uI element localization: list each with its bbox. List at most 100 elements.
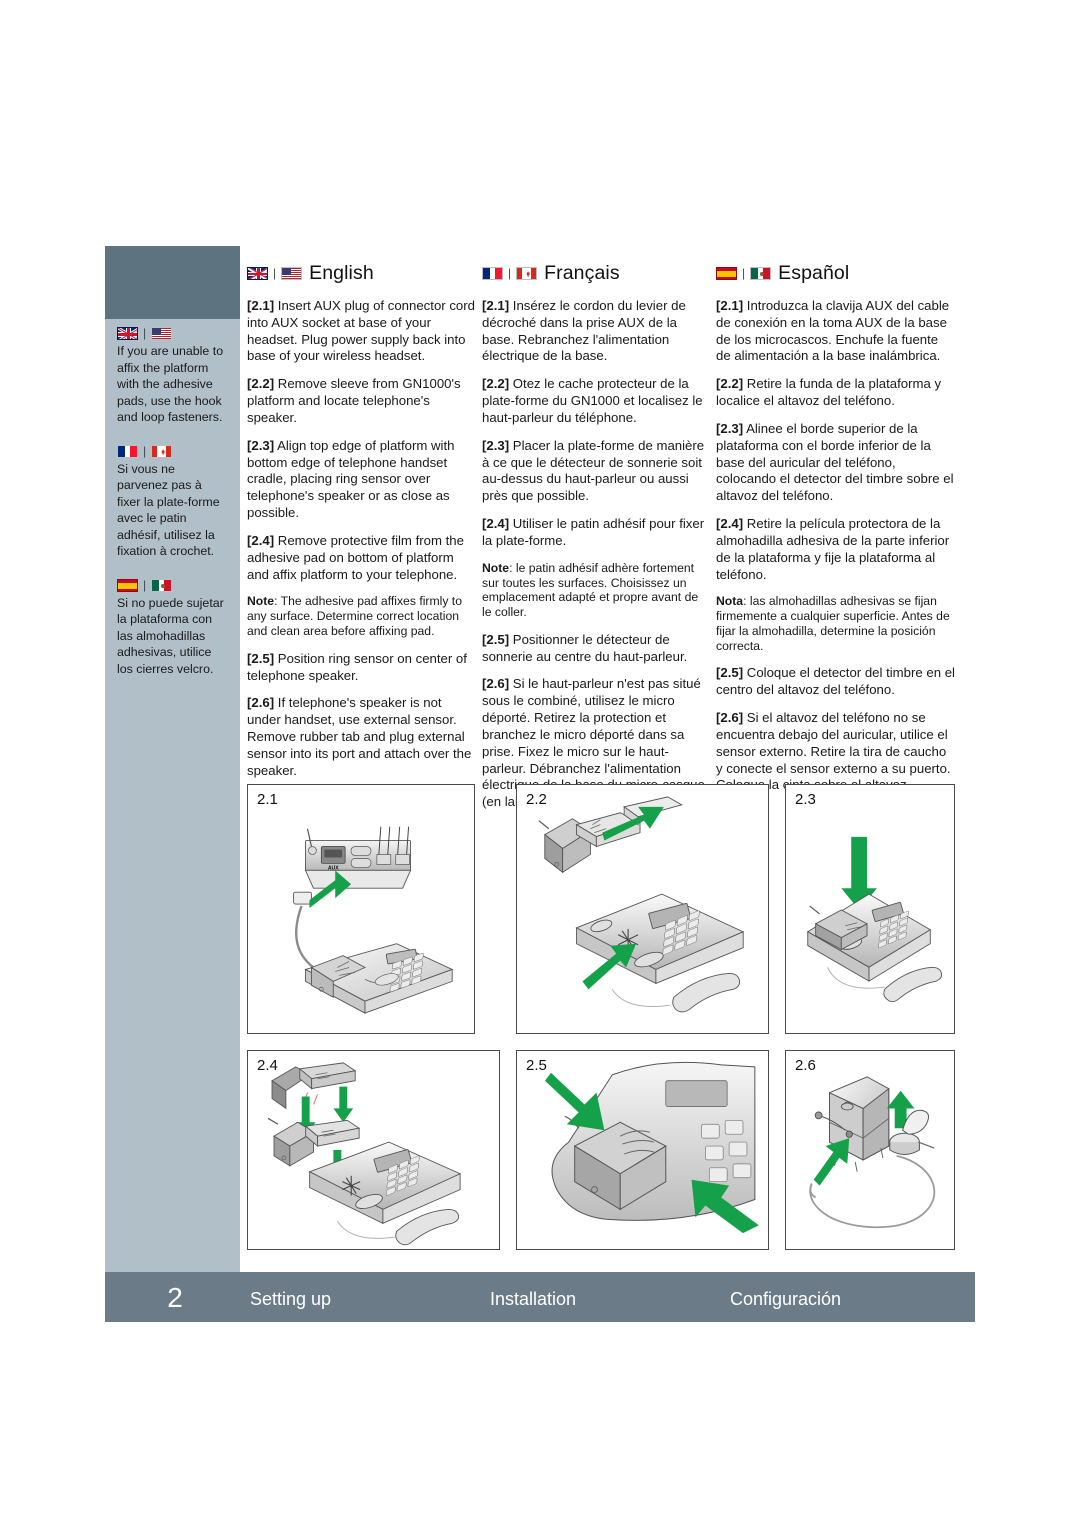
- language-label-francais: Français: [544, 261, 620, 284]
- step-paragraph: [2.5] Positionner le détecteur de sonner…: [482, 632, 710, 666]
- flag-separator: |: [508, 265, 512, 280]
- step-text: Retire la funda de la plataforma y local…: [716, 376, 942, 409]
- manual-page: | If you are unable to affix the platfor…: [0, 0, 1080, 1527]
- step-number: [2.1]: [247, 298, 275, 313]
- figure-panel-2-5: 2.5: [516, 1050, 769, 1250]
- step-paragraph: [2.6] Si el altavoz del teléfono no se e…: [716, 710, 956, 794]
- france-flag: [117, 444, 138, 458]
- flag-separator: |: [143, 577, 147, 592]
- step-paragraph: [2.4] Remove protective film from the ad…: [247, 533, 475, 583]
- step-number: [2.5]: [716, 665, 744, 681]
- step-number: [2.4]: [716, 516, 744, 532]
- note-text: : The adhesive pad affixes firmly to any…: [247, 594, 462, 638]
- note-paragraph: Note: le patin adhésif adhère fortement …: [482, 561, 710, 620]
- sidebar-note-espanol: | Si no puede sujetar la plataforma con …: [117, 577, 228, 678]
- step-number: [2.1]: [482, 298, 510, 313]
- footer-title-francais: Installation: [490, 1289, 577, 1309]
- note-label: Note: [482, 560, 510, 575]
- step-number: [2.3]: [482, 437, 510, 453]
- note-paragraph: Nota: las almohadillas adhesivas se fija…: [716, 594, 956, 653]
- flag-pair-spain-mexico: |: [117, 577, 228, 592]
- flag-separator: |: [143, 443, 147, 458]
- sidebar-note-francais: | Si vous ne parvenez pas à fixer la pla…: [117, 443, 228, 560]
- step-paragraph: [2.3] Align top edge of platform with bo…: [247, 438, 475, 522]
- step-paragraph: [2.2] Retire la funda de la plataforma y…: [716, 376, 956, 410]
- step-text: Otez le cache protecteur de la plate-for…: [482, 376, 703, 425]
- figure-illustration-external-sensor: [809, 1076, 936, 1228]
- page-footer-bar: 2 Setting up Installation Configuración: [105, 1272, 975, 1322]
- step-paragraph: [2.2] Remove sleeve from GN1000's platfo…: [247, 376, 475, 426]
- note-text: : las almohadillas adhesivas se fijan fi…: [716, 594, 950, 653]
- step-paragraph: [2.1] Introduzca la clavija AUX del cabl…: [716, 298, 956, 365]
- step-text: Align top edge of platform with bottom e…: [247, 437, 455, 521]
- step-text: Remove sleeve from GN1000's platform and…: [247, 376, 461, 425]
- sidebar-header-block: [105, 246, 240, 319]
- step-paragraph: [2.4] Retire la película protectora de l…: [716, 516, 956, 583]
- step-text: Insérez le cordon du levier de décroché …: [482, 298, 686, 364]
- aux-socket-label: AUX: [328, 865, 339, 871]
- figure-panel-2-2: 2.2: [516, 784, 769, 1034]
- mexico-flag: [750, 266, 772, 280]
- flag-separator: |: [273, 265, 277, 280]
- flag-pair-france-canada: |: [117, 443, 228, 458]
- figure-illustration-aux-plug: AUX: [293, 826, 454, 1014]
- step-number: [2.4]: [247, 532, 275, 548]
- step-paragraph: [2.6] If telephone's speaker is not unde…: [247, 695, 475, 779]
- step-paragraph: [2.3] Placer la plate-forme de manière à…: [482, 438, 710, 505]
- step-paragraph: [2.4] Utiliser le patin adhésif pour fix…: [482, 516, 710, 550]
- step-text: Alinee el borde superior de la plataform…: [716, 420, 954, 504]
- figure-illustration-remove-sleeve: [538, 796, 745, 1013]
- france-flag: [482, 266, 503, 280]
- step-text: Retire la película protectora de la almo…: [716, 516, 950, 582]
- flag-separator: |: [143, 326, 147, 340]
- step-number: [2.6]: [247, 695, 275, 711]
- spain-flag: [117, 578, 138, 592]
- column-espanol: | Español [2.1] Introduzca la clavija AU…: [716, 262, 956, 805]
- step-text: Positionner le détecteur de sonnerie au …: [482, 631, 688, 664]
- figure-illustration-position-ring-sensor: [544, 1061, 759, 1234]
- step-number: [2.2]: [716, 376, 744, 392]
- step-number: [2.6]: [482, 676, 510, 692]
- footer-title-espanol: Configuración: [730, 1289, 842, 1309]
- step-text: If telephone's speaker is not under hand…: [247, 695, 472, 778]
- sidebar-note-text-en: If you are unable to affix the platform …: [117, 344, 224, 424]
- canada-flag: [516, 266, 538, 280]
- sensor-port: [845, 1130, 853, 1138]
- step-text: Placer la plate-forme de manière à ce qu…: [482, 437, 705, 504]
- sidebar-note-text-fr: Si vous ne parvenez pas à fixer la plate…: [117, 461, 220, 559]
- sidebar: | If you are unable to affix the platfor…: [105, 246, 240, 1272]
- mexico-flag: [151, 578, 173, 592]
- step-paragraph: [2.2] Otez le cache protecteur de la pla…: [482, 376, 710, 426]
- sidebar-note-text-es: Si no puede sujetar la plataforma con la…: [117, 595, 224, 676]
- figure-panel-2-6: 2.6: [785, 1050, 955, 1250]
- note-text: : le patin adhésif adhère fortement sur …: [482, 560, 699, 620]
- spain-flag: [716, 266, 737, 280]
- flag-pair-uk-us: |: [117, 327, 228, 340]
- step-text: Si el altavoz del teléfono no se encuent…: [716, 710, 951, 793]
- sidebar-note-english: | If you are unable to affix the platfor…: [117, 327, 228, 426]
- column-header-francais: | Français: [482, 262, 710, 284]
- note-paragraph: Note: The adhesive pad affixes firmly to…: [247, 594, 475, 638]
- page-number: 2: [167, 1282, 183, 1313]
- step-number: [2.5]: [482, 631, 510, 647]
- step-text: Insert AUX plug of connector cord into A…: [247, 298, 475, 364]
- canada-flag: [151, 444, 173, 458]
- column-francais: | Français [2.1] Insérez le cordon du le…: [482, 262, 710, 822]
- us-flag: [151, 327, 173, 340]
- step-paragraph: [2.5] Coloque el detector del timbre en …: [716, 665, 956, 699]
- step-paragraph: [2.1] Insert AUX plug of connector cord …: [247, 298, 475, 365]
- step-number: [2.2]: [482, 376, 510, 392]
- step-paragraph: [2.5] Position ring sensor on center of …: [247, 651, 475, 685]
- flag-separator: |: [742, 265, 746, 280]
- step-paragraph: [2.1] Insérez le cordon du levier de déc…: [482, 298, 710, 365]
- step-number: [2.3]: [716, 420, 744, 436]
- figure-panel-2-1: 2.1 AUX: [247, 784, 475, 1034]
- step-number: [2.2]: [247, 376, 275, 392]
- step-paragraph: [2.3] Alinee el borde superior de la pla…: [716, 421, 956, 505]
- step-text: Position ring sensor on center of teleph…: [247, 650, 467, 683]
- figure-illustration-remove-film: [267, 1062, 462, 1246]
- uk-flag: [247, 266, 268, 280]
- step-number: [2.3]: [247, 437, 275, 453]
- us-flag: [281, 266, 303, 280]
- step-number: [2.4]: [482, 516, 510, 532]
